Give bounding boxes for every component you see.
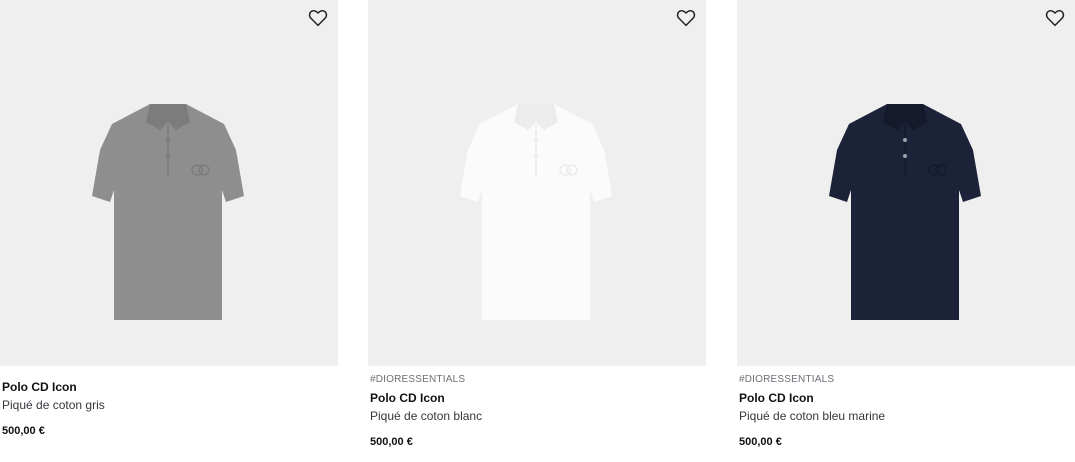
product-info: Polo CD Icon Piqué de coton gris 500,00 … — [2, 379, 332, 439]
product-image[interactable] — [0, 0, 338, 366]
product-name[interactable]: Polo CD Icon — [2, 379, 332, 395]
product-description: Piqué de coton gris — [2, 398, 105, 412]
polo-button — [534, 138, 538, 142]
product-card[interactable]: #DIORESSENTIALS Polo CD Icon Piqué de co… — [368, 0, 706, 462]
product-price: 500,00 € — [370, 436, 413, 448]
polo-button — [166, 138, 170, 142]
product-tag: #DIORESSENTIALS — [370, 374, 466, 385]
polo-button — [903, 154, 907, 158]
wishlist-heart-icon[interactable] — [676, 8, 696, 28]
product-info: #DIORESSENTIALS Polo CD Icon Piqué de co… — [739, 373, 1069, 450]
product-name[interactable]: Polo CD Icon — [370, 390, 700, 406]
product-grid: Polo CD Icon Piqué de coton gris 500,00 … — [0, 0, 1075, 462]
polo-button — [903, 138, 907, 142]
product-description: Piqué de coton bleu marine — [739, 409, 886, 423]
product-price: 500,00 € — [739, 436, 782, 448]
product-image[interactable] — [737, 0, 1075, 366]
product-card[interactable]: Polo CD Icon Piqué de coton gris 500,00 … — [0, 0, 338, 462]
product-info: #DIORESSENTIALS Polo CD Icon Piqué de co… — [370, 373, 700, 450]
polo-shirt-image — [829, 104, 981, 320]
product-tag: #DIORESSENTIALS — [739, 374, 835, 385]
polo-button — [534, 154, 538, 158]
polo-button — [166, 154, 170, 158]
product-price: 500,00 € — [2, 425, 45, 437]
product-image[interactable] — [368, 0, 706, 366]
polo-shirt-image — [92, 104, 244, 320]
polo-shirt-image — [460, 104, 612, 320]
wishlist-heart-icon[interactable] — [308, 8, 328, 28]
product-card[interactable]: #DIORESSENTIALS Polo CD Icon Piqué de co… — [737, 0, 1075, 462]
product-name[interactable]: Polo CD Icon — [739, 390, 1069, 406]
product-description: Piqué de coton blanc — [370, 409, 483, 423]
wishlist-heart-icon[interactable] — [1045, 8, 1065, 28]
